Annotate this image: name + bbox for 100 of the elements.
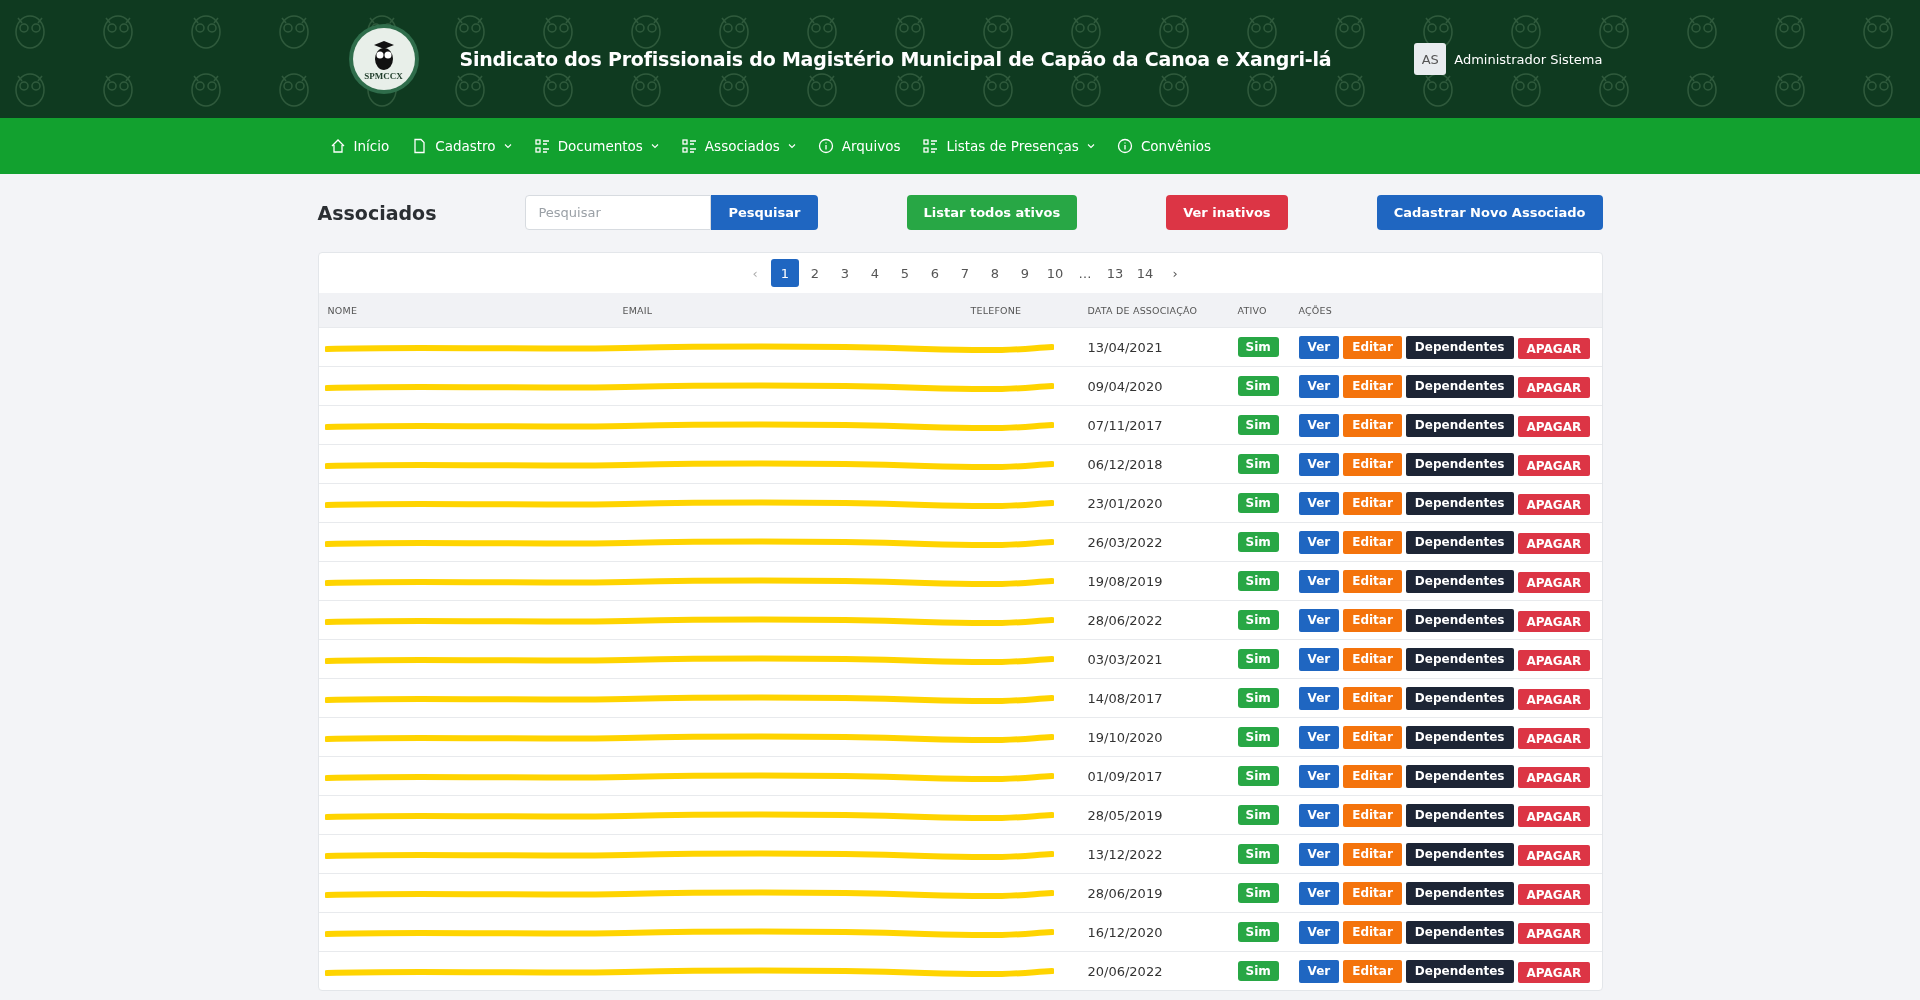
delete-button[interactable]: APAGAR [1517,455,1591,476]
next-page-link[interactable]: › [1161,259,1189,287]
dependents-button[interactable]: Dependentes [1405,686,1514,710]
edit-button[interactable]: Editar [1343,413,1402,437]
edit-button[interactable]: Editar [1343,764,1402,788]
edit-button[interactable]: Editar [1343,725,1402,749]
status-badge: Sim [1237,727,1279,747]
edit-button[interactable]: Editar [1343,335,1402,359]
view-button[interactable]: Ver [1298,842,1340,866]
table-cell: 28/05/2019 [1087,807,1163,823]
delete-button[interactable]: APAGAR [1517,338,1591,359]
edit-button[interactable]: Editar [1343,569,1402,593]
dependents-button[interactable]: Dependentes [1405,608,1514,632]
view-button[interactable]: Ver [1298,569,1340,593]
delete-button[interactable]: APAGAR [1517,767,1591,788]
dependents-button[interactable]: Dependentes [1405,842,1514,866]
edit-button[interactable]: Editar [1343,881,1402,905]
view-button[interactable]: Ver [1298,881,1340,905]
view-button[interactable]: Ver [1298,452,1340,476]
edit-button[interactable]: Editar [1343,686,1402,710]
dependents-button[interactable]: Dependentes [1405,569,1514,593]
delete-button[interactable]: APAGAR [1517,884,1591,905]
nav-link[interactable]: Listas de Presenças [922,138,1095,154]
delete-button[interactable]: APAGAR [1517,533,1591,554]
nav-link[interactable]: Associados [680,138,796,154]
view-button[interactable]: Ver [1298,725,1340,749]
delete-button[interactable]: APAGAR [1517,923,1591,944]
page-link[interactable]: 13 [1101,259,1129,287]
view-button[interactable]: Ver [1298,803,1340,827]
nav-link[interactable]: Documentos [533,138,659,154]
edit-button[interactable]: Editar [1343,842,1402,866]
view-button[interactable]: Ver [1298,764,1340,788]
dependents-button[interactable]: Dependentes [1405,920,1514,944]
view-button[interactable]: Ver [1298,686,1340,710]
dependents-button[interactable]: Dependentes [1405,803,1514,827]
view-button[interactable]: Ver [1298,608,1340,632]
dependents-button[interactable]: Dependentes [1405,491,1514,515]
delete-button[interactable]: APAGAR [1517,806,1591,827]
edit-button[interactable]: Editar [1343,491,1402,515]
nav-link[interactable]: Cadastro [411,138,512,154]
page-link[interactable]: … [1071,259,1099,287]
edit-button[interactable]: Editar [1343,608,1402,632]
dependents-button[interactable]: Dependentes [1405,335,1514,359]
page-link[interactable]: 1 [771,259,799,287]
dependents-button[interactable]: Dependentes [1405,764,1514,788]
status-badge: Sim [1237,415,1279,435]
edit-button[interactable]: Editar [1343,530,1402,554]
view-button[interactable]: Ver [1298,374,1340,398]
page-link[interactable]: 5 [891,259,919,287]
view-button[interactable]: Ver [1298,959,1340,983]
user-avatar[interactable]: AS [1414,43,1447,75]
delete-button[interactable]: APAGAR [1517,845,1591,866]
list-icon [922,138,939,154]
delete-button[interactable]: APAGAR [1517,689,1591,710]
page-link[interactable]: 2 [801,259,829,287]
delete-button[interactable]: APAGAR [1517,572,1591,593]
view-button[interactable]: Ver [1298,491,1340,515]
list-button[interactable]: Listar todos ativos [906,195,1078,230]
page-link[interactable]: 6 [921,259,949,287]
nav-link[interactable]: Início [329,138,390,154]
dependents-button[interactable]: Dependentes [1405,725,1514,749]
page-link[interactable]: 4 [861,259,889,287]
dependents-button[interactable]: Dependentes [1405,413,1514,437]
dependents-button[interactable]: Dependentes [1405,530,1514,554]
status-badge: Sim [1237,922,1279,942]
delete-button[interactable]: APAGAR [1517,416,1591,437]
delete-button[interactable]: APAGAR [1517,650,1591,671]
edit-button[interactable]: Editar [1343,647,1402,671]
dependents-button[interactable]: Dependentes [1405,452,1514,476]
user-name[interactable]: Administrador Sistema [1454,51,1603,67]
edit-button[interactable]: Editar [1343,920,1402,944]
dependents-button[interactable]: Dependentes [1405,374,1514,398]
page-link[interactable]: 10 [1041,259,1069,287]
edit-button[interactable]: Editar [1343,452,1402,476]
view-button[interactable]: Ver [1298,530,1340,554]
edit-button[interactable]: Editar [1343,959,1402,983]
delete-button[interactable]: APAGAR [1517,377,1591,398]
view-button[interactable]: Ver [1298,335,1340,359]
dependents-button[interactable]: Dependentes [1405,881,1514,905]
edit-button[interactable]: Editar [1343,374,1402,398]
page-link[interactable]: 7 [951,259,979,287]
search-field[interactable]: Pesquisar [525,195,712,230]
page-link[interactable]: 8 [981,259,1009,287]
view-button[interactable]: Ver [1298,413,1340,437]
dependents-button[interactable]: Dependentes [1405,647,1514,671]
view-button[interactable]: Ver [1298,647,1340,671]
page-link[interactable]: 14 [1131,259,1159,287]
nav-link[interactable]: Arquivos [817,138,901,154]
delete-button[interactable]: APAGAR [1517,728,1591,749]
delete-button[interactable]: APAGAR [1517,962,1591,983]
view-button[interactable]: Ver [1298,920,1340,944]
page-link[interactable]: 3 [831,259,859,287]
search-button[interactable]: Pesquisar [711,195,818,230]
add-button[interactable]: Cadastrar Novo Associado [1376,195,1603,230]
delete-button[interactable]: APAGAR [1517,611,1591,632]
edit-button[interactable]: Editar [1343,803,1402,827]
dependents-button[interactable]: Dependentes [1405,959,1514,983]
page-link[interactable]: 9 [1011,259,1039,287]
nav-link[interactable]: Convênios [1116,138,1212,154]
delete-button[interactable]: APAGAR [1517,494,1591,515]
